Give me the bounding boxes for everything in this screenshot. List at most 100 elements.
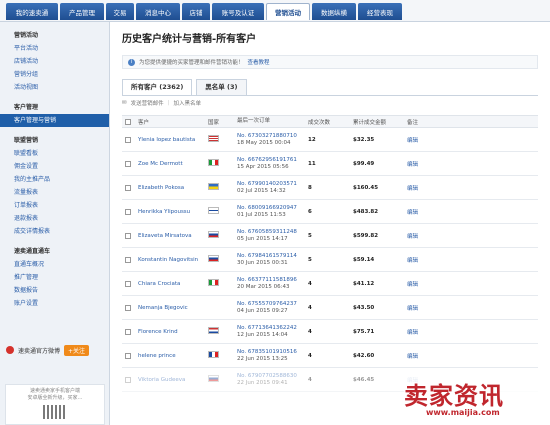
nav-product-management[interactable]: 产品管理	[60, 3, 104, 20]
order-date: 22 Jun 2015 13:25	[237, 355, 288, 362]
order-number-link[interactable]: No. 67555709764237	[237, 301, 297, 307]
row-checkbox[interactable]	[125, 280, 131, 287]
edit-remark-link[interactable]: 编辑	[407, 306, 418, 312]
official-weibo-label: 速卖通官方微博	[18, 347, 61, 355]
row-checkbox[interactable]	[125, 376, 131, 383]
total-amount: $75.71	[353, 328, 375, 335]
customer-name-link[interactable]: Elizaveta Mirsatova	[138, 233, 192, 239]
sidebar-item-store-activities[interactable]: 店铺活动	[0, 55, 109, 68]
customer-name-link[interactable]: Viktoria Gudeeva	[138, 377, 185, 383]
edit-remark-link[interactable]: 编辑	[407, 210, 418, 216]
sidebar-item-customer-management[interactable]: 客户管理与营销	[0, 114, 109, 127]
nav-store[interactable]: 店铺	[182, 3, 210, 20]
qr-code-icon	[43, 405, 67, 419]
order-count: 6	[308, 208, 312, 215]
nav-my-aliexpress[interactable]: 我的速卖通	[6, 3, 58, 20]
customer-name-link[interactable]: helene prince	[138, 353, 176, 359]
edit-remark-link[interactable]: 编辑	[407, 186, 418, 192]
order-number-link[interactable]: No. 68009166920947	[237, 205, 297, 211]
sidebar-item-account-settings[interactable]: 账户设置	[0, 297, 109, 310]
edit-remark-link[interactable]: 编辑	[407, 138, 418, 144]
add-blacklist-button[interactable]: 加入黑名单	[173, 99, 201, 107]
order-number-link[interactable]: No. 67605859311248	[237, 229, 297, 235]
row-checkbox[interactable]	[125, 352, 131, 359]
sidebar-item-platform-activities[interactable]: 平台活动	[0, 42, 109, 55]
order-date: 04 Jun 2015 09:27	[237, 307, 288, 314]
table-row: Florence Krind No. 67713641362242 12 Jun 2…	[122, 320, 538, 344]
sidebar-item-data-report[interactable]: 数据报告	[0, 284, 109, 297]
edit-remark-link[interactable]: 编辑	[407, 234, 418, 240]
order-date: 05 Jun 2015 14:17	[237, 235, 288, 242]
tab-blacklist[interactable]: 黑名单 (3)	[196, 79, 247, 95]
col-customer[interactable]: 客户	[138, 118, 208, 126]
customer-name-link[interactable]: Chiara Crociata	[138, 281, 180, 287]
edit-remark-link[interactable]: 编辑	[407, 330, 418, 336]
nav-data-analytics[interactable]: 数据纵横	[312, 3, 356, 20]
table-header: 客户 国家 最后一次订单 成交次数 累计成交金额 备注	[122, 115, 538, 128]
watermark-brand: 卖家资讯	[404, 382, 504, 410]
row-checkbox[interactable]	[125, 256, 131, 263]
edit-remark-link[interactable]: 编辑	[407, 354, 418, 360]
select-all-checkbox[interactable]	[125, 118, 131, 125]
edit-remark-link[interactable]: 编辑	[407, 282, 418, 288]
order-number-link[interactable]: No. 66377111581896	[237, 277, 297, 283]
sidebar-item-marketing-groups[interactable]: 营销分组	[0, 68, 109, 81]
col-order-count[interactable]: 成交次数	[306, 118, 351, 126]
weibo-icon	[6, 346, 14, 354]
sidebar-item-refund-report[interactable]: 退款报表	[0, 212, 109, 225]
nav-account-verification[interactable]: 账号及认证	[212, 3, 264, 20]
page-title: 历史客户统计与营销-所有客户	[122, 34, 257, 45]
order-count: 11	[308, 160, 316, 167]
customer-name-link[interactable]: Konstantin Nagovitsin	[138, 257, 198, 263]
order-number-link[interactable]: No. 67713641362242	[237, 325, 297, 331]
sidebar-item-traffic-report[interactable]: 流量报表	[0, 186, 109, 199]
send-email-button[interactable]: 发送营销邮件	[131, 99, 164, 107]
row-checkbox[interactable]	[125, 184, 131, 191]
col-total-amount[interactable]: 累计成交金额	[351, 118, 405, 126]
row-checkbox[interactable]	[125, 136, 131, 143]
sidebar-item-activity-view[interactable]: 活动视图	[0, 81, 109, 94]
sidebar-item-promotion-management[interactable]: 推广管理	[0, 271, 109, 284]
order-number-link[interactable]: No. 66762956191761	[237, 157, 297, 163]
row-checkbox[interactable]	[125, 232, 131, 239]
customer-name-link[interactable]: Zoe Mc Dermott	[138, 161, 183, 167]
col-country[interactable]: 国家	[208, 118, 237, 126]
edit-remark-link[interactable]: 编辑	[407, 162, 418, 168]
row-checkbox[interactable]	[125, 328, 131, 335]
sidebar-item-order-report[interactable]: 订单报表	[0, 199, 109, 212]
row-checkbox[interactable]	[125, 304, 131, 311]
sidebar-section-marketing: 营销活动	[14, 32, 39, 39]
nav-marketing-activities[interactable]: 营销活动	[266, 3, 310, 20]
nav-transactions[interactable]: 交易	[106, 3, 134, 20]
order-number-link[interactable]: No. 67984161579114	[237, 253, 297, 259]
edit-remark-link[interactable]: 编辑	[407, 258, 418, 264]
sidebar-item-direct-train-overview[interactable]: 直通车概况	[0, 258, 109, 271]
order-date: 02 Jul 2015 14:32	[237, 187, 286, 194]
order-date: 30 Jun 2015 00:31	[237, 259, 288, 266]
sidebar-item-affiliate-dashboard[interactable]: 联盟看板	[0, 147, 109, 160]
col-last-order[interactable]: 最后一次订单	[237, 118, 306, 125]
sidebar-item-transaction-report[interactable]: 成交详情报表	[0, 225, 109, 238]
follow-button[interactable]: +关注	[64, 344, 90, 356]
nav-business-performance[interactable]: 经营表现	[358, 3, 402, 20]
customer-name-link[interactable]: Henrikka Ylipoussu	[138, 209, 190, 215]
row-checkbox[interactable]	[125, 160, 131, 167]
order-number-link[interactable]: No. 67990140203571	[237, 181, 297, 187]
customer-name-link[interactable]: Elizabeth Pokosa	[138, 185, 184, 191]
mobile-app-promo: 速卖通卖家手机客户端 安卓版全新升级，买家…	[5, 384, 105, 425]
tab-all-customers[interactable]: 所有客户 (2362)	[122, 79, 193, 95]
order-date: 20 Mar 2015 06:43	[237, 283, 290, 290]
tutorial-link[interactable]: 查看教程	[248, 58, 270, 66]
country-flag-icon	[208, 303, 219, 310]
sidebar-item-commission-settings[interactable]: 佣金设置	[0, 160, 109, 173]
nav-message-center[interactable]: 消息中心	[136, 3, 180, 20]
order-number-link[interactable]: No. 67303271880710	[237, 133, 297, 139]
sidebar-item-featured-products[interactable]: 我的主推产品	[0, 173, 109, 186]
table-row: Henrikka Ylipoussu No. 68009166920947 01 J…	[122, 200, 538, 224]
order-number-link[interactable]: No. 67907702588630	[237, 373, 297, 379]
order-number-link[interactable]: No. 67835101910516	[237, 349, 297, 355]
customer-name-link[interactable]: Florence Krind	[138, 329, 178, 335]
customer-name-link[interactable]: Ylenia lopez bautista	[138, 137, 195, 143]
row-checkbox[interactable]	[125, 208, 131, 215]
customer-name-link[interactable]: Nemanja Bjegovic	[138, 305, 188, 311]
